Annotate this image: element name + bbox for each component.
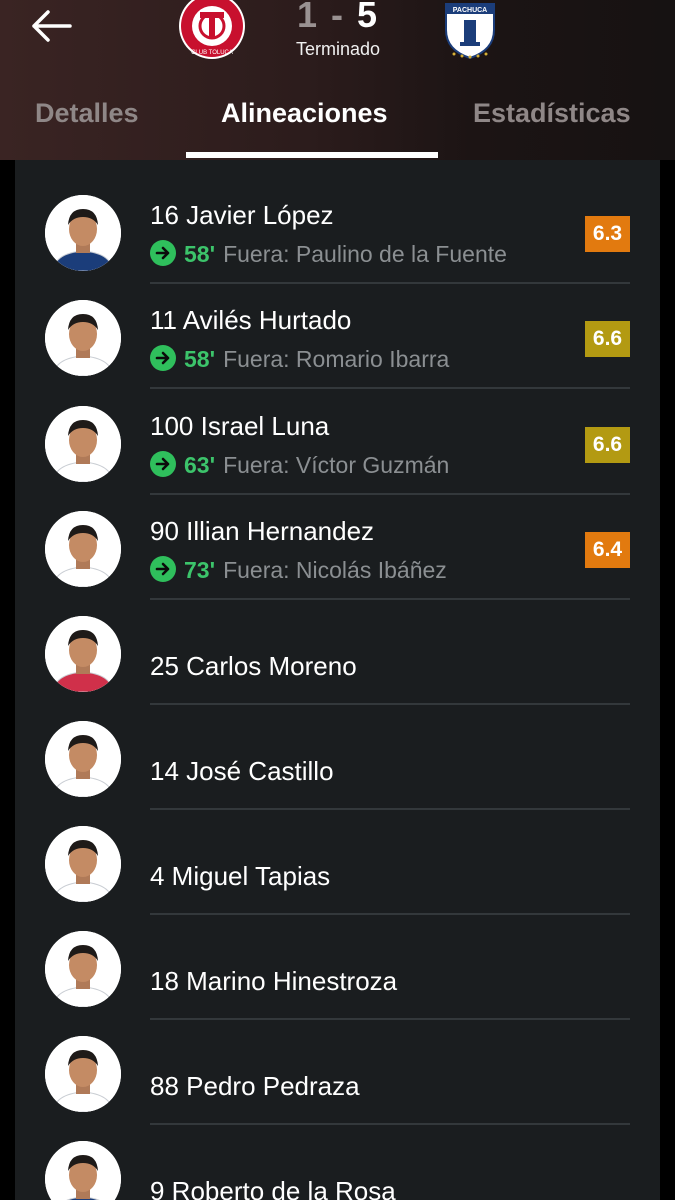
row-divider (150, 598, 630, 600)
list-item[interactable]: 90 Illian Hernandez 73' Fuera: Nicolás Ibá… (15, 511, 660, 617)
player-avatar[interactable] (45, 931, 121, 1007)
list-item[interactable]: 14 José Castillo (15, 721, 660, 827)
player-name: 25 Carlos Moreno (150, 651, 357, 681)
substituted-player: Fuera: Nicolás Ibáñez (223, 557, 447, 583)
substitution-in-icon (150, 556, 176, 582)
list-item[interactable]: 100 Israel Luna 63' Fuera: Víctor Guzmán 6.… (15, 406, 660, 512)
substitution-in-icon (150, 345, 176, 371)
player-avatar[interactable] (45, 616, 121, 692)
player-name: 100 Israel Luna (150, 411, 330, 441)
row-divider (150, 1018, 630, 1020)
tab-estadisticas[interactable]: Estadísticas (473, 98, 631, 129)
player-name: 16 Javier López (150, 200, 334, 230)
player-avatar[interactable] (45, 721, 121, 797)
player-avatar[interactable] (45, 1036, 121, 1112)
score: 1 - 5 (280, 0, 396, 36)
player-rating-badge: 6.6 (585, 321, 630, 357)
list-item[interactable]: 4 Miguel Tapias (15, 826, 660, 932)
player-avatar[interactable] (45, 1141, 121, 1200)
score-separator: - (331, 0, 345, 35)
tab-bar: Detalles Alineaciones Estadísticas (0, 92, 675, 160)
match-header: CLUB TOLUCA 1 - 5 Terminado PACHUCA Deta… (0, 0, 675, 160)
player-name: 90 Illian Hernandez (150, 516, 375, 546)
pachuca-crest-icon[interactable]: PACHUCA (436, 0, 504, 60)
player-name: 18 Marino Hinestroza (150, 966, 398, 996)
player-name: 11 Avilés Hurtado (150, 305, 352, 335)
list-item[interactable]: 88 Pedro Pedraza (15, 1036, 660, 1142)
substitution-info: 58' Fuera: Romario Ibarra (150, 345, 449, 375)
substitution-minute: 58' (184, 346, 216, 372)
substitution-info: 63' Fuera: Víctor Guzmán (150, 451, 449, 481)
list-item[interactable]: 9 Roberto de la Rosa (15, 1141, 660, 1200)
player-rating-badge: 6.4 (585, 532, 630, 568)
row-divider (150, 808, 630, 810)
substituted-player: Fuera: Paulino de la Fuente (223, 241, 507, 267)
lineup-list: 16 Javier López 58' Fuera: Paulino de la F… (15, 160, 660, 1200)
player-name: 88 Pedro Pedraza (150, 1071, 360, 1101)
player-rating-badge: 6.3 (585, 216, 630, 252)
player-name: 4 Miguel Tapias (150, 861, 331, 891)
row-divider (150, 282, 630, 284)
substituted-player: Fuera: Víctor Guzmán (223, 452, 450, 478)
row-divider (150, 387, 630, 389)
home-score: 1 (296, 0, 319, 35)
match-status: Terminado (295, 39, 381, 59)
list-item[interactable]: 25 Carlos Moreno (15, 616, 660, 722)
list-item[interactable]: 18 Marino Hinestroza (15, 931, 660, 1037)
substitution-info: 73' Fuera: Nicolás Ibáñez (150, 556, 447, 586)
substitution-minute: 73' (184, 557, 216, 583)
list-item[interactable]: 16 Javier López 58' Fuera: Paulino de la F… (15, 195, 660, 301)
tab-detalles[interactable]: Detalles (35, 98, 139, 129)
substitution-info: 58' Fuera: Paulino de la Fuente (150, 240, 507, 270)
player-name: 9 Roberto de la Rosa (150, 1176, 396, 1200)
row-divider (150, 493, 630, 495)
player-avatar[interactable] (45, 511, 121, 587)
active-tab-indicator (186, 152, 438, 158)
row-divider (150, 703, 630, 705)
player-avatar[interactable] (45, 195, 121, 271)
substitution-minute: 63' (184, 452, 216, 478)
back-arrow-icon[interactable] (28, 6, 76, 46)
player-name: 14 José Castillo (150, 756, 334, 786)
player-avatar[interactable] (45, 826, 121, 902)
row-divider (150, 1123, 630, 1125)
substitution-minute: 58' (184, 241, 216, 267)
substituted-player: Fuera: Romario Ibarra (223, 346, 450, 372)
player-avatar[interactable] (45, 300, 121, 376)
tab-alineaciones[interactable]: Alineaciones (221, 98, 388, 129)
away-score: 5 (357, 0, 380, 35)
player-rating-badge: 6.6 (585, 427, 630, 463)
row-divider (150, 913, 630, 915)
toluca-crest-icon[interactable]: CLUB TOLUCA (178, 0, 246, 60)
player-avatar[interactable] (45, 406, 121, 482)
list-item[interactable]: 11 Avilés Hurtado 58' Fuera: Romario Ibarr… (15, 300, 660, 406)
pachuca-crest-text: PACHUCA (453, 7, 487, 14)
toluca-crest-text: CLUB TOLUCA (191, 50, 233, 56)
substitution-in-icon (150, 451, 176, 477)
substitution-in-icon (150, 240, 176, 266)
